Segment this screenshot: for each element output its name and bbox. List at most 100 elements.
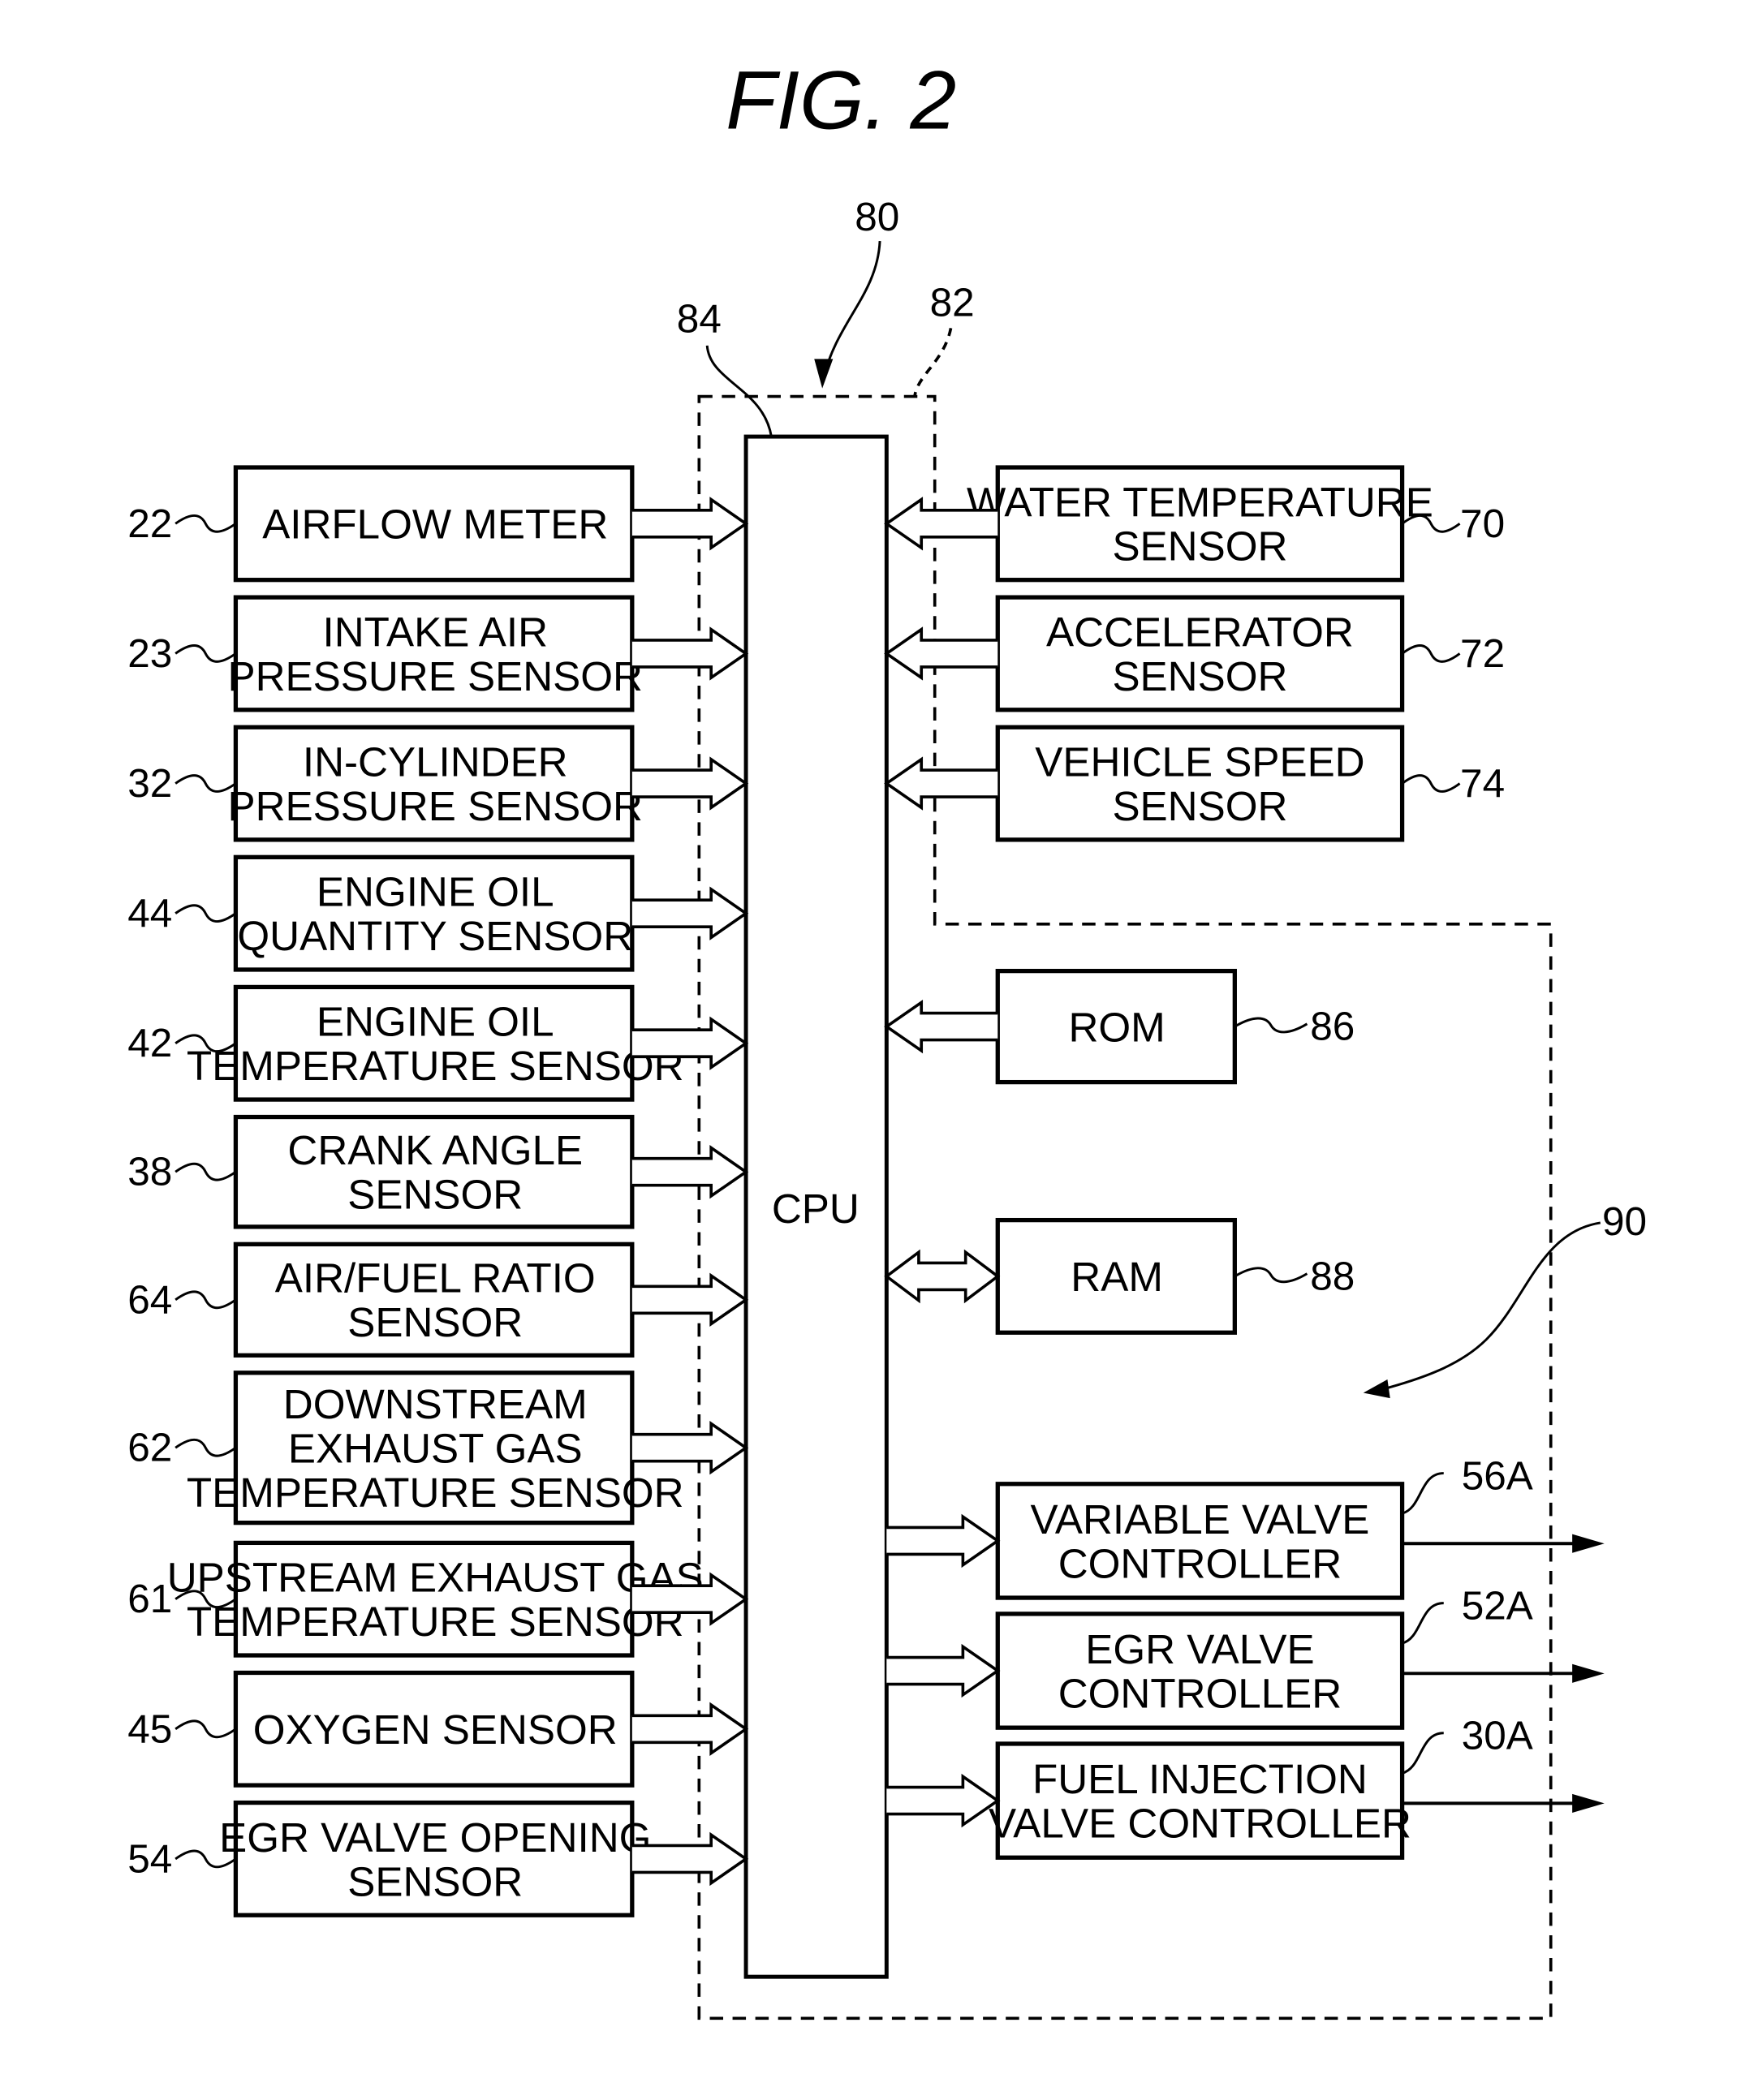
bus-arrow-to-cpu <box>884 999 998 1054</box>
output-signal-arrowhead <box>1572 1793 1605 1813</box>
sensor-in-cylinder-pressure-sensor-label-line: IN-CYLINDER <box>303 738 568 785</box>
controller-fuel-injection-valve-controller: FUEL INJECTIONVALVE CONTROLLER 30A <box>886 1714 1605 1860</box>
memory-rom: ROM 86 <box>884 968 1355 1085</box>
ref-label: 45 <box>127 1706 172 1751</box>
ref-leader <box>1401 774 1461 793</box>
sensor-downstream-exhaust-gas-temperature-sensor: DOWNSTREAMEXHAUST GASTEMPERATURE SENSOR 6… <box>127 1371 749 1526</box>
controller-fuel-injection-valve-controller-label-line: VALVE CONTROLLER <box>989 1800 1411 1846</box>
command-arrow-from-cpu <box>886 1773 1001 1828</box>
signal-arrow-to-cpu <box>631 756 749 811</box>
controller-variable-valve-controller-label-line: VARIABLE VALVE <box>1031 1496 1370 1543</box>
ref-leader <box>174 904 237 923</box>
ref-label: 61 <box>127 1577 172 1621</box>
ref-leader <box>1234 1017 1308 1034</box>
sensor-engine-oil-quantity-sensor: ENGINE OILQUANTITY SENSOR 44 <box>127 854 749 972</box>
ref-label: 54 <box>127 1836 172 1881</box>
ref-label-output-region: 90 <box>1602 1199 1647 1244</box>
signal-arrow-to-cpu <box>631 886 749 940</box>
left-sensor-group: AIRFLOW METER22INTAKE AIRPRESSURE SENSOR… <box>127 465 749 1917</box>
sensor-downstream-exhaust-gas-temperature-sensor-label-line: TEMPERATURE SENSOR <box>187 1470 684 1516</box>
sensor-crank-angle-sensor: CRANK ANGLESENSOR 38 <box>127 1114 749 1229</box>
ref-leader <box>174 1290 237 1310</box>
output-region-leader <box>1379 1221 1601 1392</box>
ecu-block-diagram: FIG. 2 80 82 84 CPU AIRFLOW METER 22 INTAK… <box>127 53 1647 2020</box>
ref-label: 30A <box>1462 1714 1533 1758</box>
ref-leader <box>174 1719 237 1739</box>
ref-label: 70 <box>1460 501 1505 546</box>
sensor-engine-oil-temperature-sensor-label-line: ENGINE OIL <box>317 999 554 1045</box>
output-signal-arrowhead <box>1572 1534 1605 1553</box>
ref-label: 22 <box>127 501 172 546</box>
ref-leader <box>1401 644 1461 663</box>
sensor-air-fuel-ratio-sensor: AIR/FUEL RATIOSENSOR 64 <box>127 1241 749 1358</box>
memory-ram-label-line: RAM <box>1071 1254 1163 1300</box>
sensor-upstream-exhaust-gas-temperature-sensor: UPSTREAM EXHAUST GASTEMPERATURE SENSOR 61 <box>127 1540 749 1658</box>
ref-label: 38 <box>127 1150 172 1194</box>
signal-arrow-to-cpu <box>631 497 749 551</box>
sensor-accelerator-sensor: ACCELERATORSENSOR 72 <box>884 595 1505 712</box>
memory-ram: RAM 88 <box>884 1217 1355 1335</box>
controller-egr-valve-controller-label-line: CONTROLLER <box>1058 1670 1342 1716</box>
ecu-leader-arrow <box>822 241 881 378</box>
output-signal-arrowhead <box>1572 1663 1605 1683</box>
output-region-arrowhead <box>1363 1379 1390 1399</box>
sensor-crank-angle-sensor-label-line: CRANK ANGLE <box>287 1127 583 1173</box>
sensor-intake-air-pressure-sensor-label-line: PRESSURE SENSOR <box>228 653 643 699</box>
ref-label: 88 <box>1310 1254 1355 1298</box>
sensor-in-cylinder-pressure-sensor-label-line: PRESSURE SENSOR <box>228 783 643 829</box>
sensor-accelerator-sensor-label-line: ACCELERATOR <box>1046 609 1354 655</box>
memory-group: ROM 86 RAM 88 <box>884 968 1355 1335</box>
controller-variable-valve-controller-label-line: CONTROLLER <box>1058 1540 1342 1586</box>
ref-label: 64 <box>127 1277 172 1322</box>
ref-label: 56A <box>1462 1453 1533 1498</box>
sensor-intake-air-pressure-sensor-label-line: INTAKE AIR <box>323 609 549 655</box>
sensor-egr-valve-opening-sensor-label-line: SENSOR <box>347 1858 523 1904</box>
ref-leader <box>174 1438 237 1457</box>
sensor-airflow-meter: AIRFLOW METER 22 <box>127 465 749 583</box>
signal-arrow-to-cpu <box>884 756 998 811</box>
cpu-label: CPU <box>772 1186 860 1232</box>
sensor-engine-oil-temperature-sensor: ENGINE OILTEMPERATURE SENSOR 42 <box>127 984 749 1102</box>
output-controller-group: VARIABLE VALVECONTROLLER56AEGR VALVECONT… <box>886 1453 1605 1860</box>
sensor-water-temperature-sensor-label-line: WATER TEMPERATURE <box>967 479 1433 525</box>
ref-leader <box>1402 1472 1444 1515</box>
signal-arrow-to-cpu <box>631 1421 749 1475</box>
ref-leader <box>174 774 237 793</box>
io-boundary-leader <box>913 328 953 397</box>
sensor-engine-oil-temperature-sensor-label-line: TEMPERATURE SENSOR <box>187 1043 684 1089</box>
signal-arrow-to-cpu <box>631 1702 749 1756</box>
sensor-downstream-exhaust-gas-temperature-sensor-label-line: DOWNSTREAM <box>283 1381 588 1427</box>
sensor-in-cylinder-pressure-sensor: IN-CYLINDERPRESSURE SENSOR 32 <box>127 725 749 842</box>
ref-label: 72 <box>1460 631 1505 676</box>
command-arrow-from-cpu <box>886 1643 1001 1698</box>
sensor-engine-oil-quantity-sensor-label-line: QUANTITY SENSOR <box>237 913 633 959</box>
sensor-upstream-exhaust-gas-temperature-sensor-label-line: UPSTREAM EXHAUST GAS <box>167 1555 704 1601</box>
ref-leader <box>1402 1602 1444 1645</box>
sensor-intake-air-pressure-sensor: INTAKE AIRPRESSURE SENSOR 23 <box>127 595 749 712</box>
sensor-vehicle-speed-sensor-label-line: VEHICLE SPEED <box>1035 738 1364 785</box>
figure-title: FIG. 2 <box>726 53 956 146</box>
sensor-airflow-meter-label-line: AIRFLOW METER <box>262 501 608 547</box>
signal-arrow-to-cpu <box>631 1145 749 1199</box>
signal-arrow-to-cpu <box>631 626 749 681</box>
ref-label: 32 <box>127 761 172 806</box>
signal-arrow-to-cpu <box>631 1272 749 1327</box>
ref-label: 62 <box>127 1426 172 1470</box>
sensor-air-fuel-ratio-sensor-label-line: AIR/FUEL RATIO <box>275 1255 596 1302</box>
sensor-engine-oil-quantity-sensor-label-line: ENGINE OIL <box>317 869 554 915</box>
ref-label: 74 <box>1460 761 1505 806</box>
controller-egr-valve-controller-label-line: EGR VALVE <box>1085 1626 1314 1672</box>
ref-leader <box>174 514 237 533</box>
sensor-egr-valve-opening-sensor: EGR VALVE OPENINGSENSOR 54 <box>127 1800 749 1917</box>
controller-egr-valve-controller: EGR VALVECONTROLLER 52A <box>886 1583 1605 1730</box>
sensor-accelerator-sensor-label-line: SENSOR <box>1112 653 1287 699</box>
right-sensor-group: WATER TEMPERATURESENSOR 70ACCELERATORSENS… <box>884 465 1505 842</box>
ref-label: 23 <box>127 631 172 676</box>
ref-leader <box>174 1162 237 1181</box>
command-arrow-from-cpu <box>886 1513 1001 1569</box>
ref-leader <box>1402 1732 1444 1775</box>
ref-label-cpu: 84 <box>677 296 722 341</box>
cpu-leader <box>705 345 773 437</box>
sensor-vehicle-speed-sensor-label-line: SENSOR <box>1112 783 1287 829</box>
sensor-vehicle-speed-sensor: VEHICLE SPEEDSENSOR 74 <box>884 725 1505 842</box>
